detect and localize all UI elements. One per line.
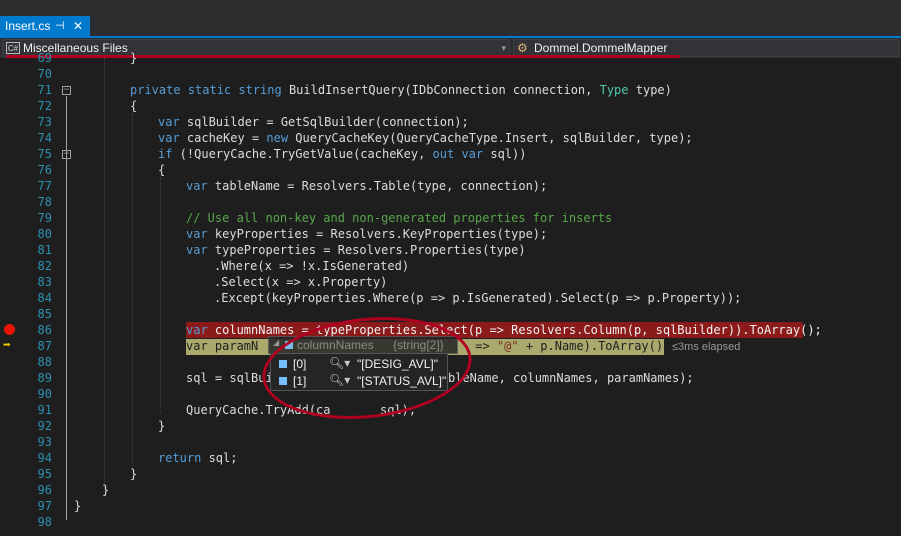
code-line: sql = sqlBui <box>186 371 273 385</box>
indent-guide <box>160 178 161 414</box>
line-number: 86 <box>37 323 52 337</box>
code-line: var typeProperties = Resolvers.Propertie… <box>186 243 526 257</box>
indent-guide <box>104 58 105 490</box>
code-editor[interactable]: 69 70 71 72 73 74 75 76 77 78 79 80 81 8… <box>0 51 901 536</box>
code-line: } <box>102 483 110 497</box>
line-number: 95 <box>37 467 52 481</box>
outline-line <box>66 96 67 520</box>
code-line: .Where(x => !x.IsGenerated) <box>214 259 410 273</box>
line-number: 88 <box>37 355 52 369</box>
code-line: } <box>130 51 138 65</box>
execution-pointer-icon[interactable]: ➡ <box>3 338 11 354</box>
line-number: 84 <box>37 291 52 305</box>
type-label: Dommel.DommelMapper <box>534 41 668 55</box>
line-number: 69 <box>37 51 52 65</box>
expand-icon[interactable]: ◢ <box>273 338 279 347</box>
line-number: 71 <box>37 83 52 97</box>
code-line: } <box>74 499 82 513</box>
chevron-down-icon: ▾ <box>501 43 506 53</box>
line-number: 87 <box>37 339 52 353</box>
collapse-icon[interactable]: − <box>62 86 71 95</box>
line-number: 82 <box>37 259 52 273</box>
line-number: 89 <box>37 371 52 385</box>
line-number: 72 <box>37 99 52 113</box>
line-number: 94 <box>37 451 52 465</box>
tab-insert-cs[interactable]: Insert.cs ⊣ ✕ <box>0 16 90 36</box>
pin-icon[interactable]: ⊣ <box>55 16 65 36</box>
line-number: 75 <box>37 147 52 161</box>
line-number: 83 <box>37 275 52 289</box>
csharp-file-icon: C# <box>6 42 20 54</box>
code-line: var sqlBuilder = GetSqlBuilder(connectio… <box>158 115 469 129</box>
code-line: => "@" + p.Name).ToArray(); <box>468 339 671 353</box>
code-line: } <box>130 467 138 481</box>
code-line: .Except(keyProperties.Where(p => p.IsGen… <box>214 291 742 305</box>
perf-tip: ≤3ms elapsed <box>672 341 741 353</box>
line-number: 73 <box>37 115 52 129</box>
code-comment: // Use all non-key and non-generated pro… <box>186 211 613 225</box>
code-line: private static string BuildInsertQuery(I… <box>130 83 672 97</box>
line-number: 76 <box>37 163 52 177</box>
line-number: 77 <box>37 179 52 193</box>
code-line: var keyProperties = Resolvers.KeyPropert… <box>186 227 548 241</box>
line-number: 98 <box>37 515 52 529</box>
code-line: var cacheKey = new QueryCacheKey(QueryCa… <box>158 131 693 145</box>
line-number: 78 <box>37 195 52 209</box>
line-number: 81 <box>37 243 52 257</box>
collapse-icon[interactable]: − <box>62 150 71 159</box>
close-icon[interactable]: ✕ <box>73 16 83 36</box>
code-line: var paramN <box>186 339 259 353</box>
breakpoint-icon[interactable] <box>4 324 15 335</box>
line-number: 79 <box>37 211 52 225</box>
code-line: var tableName = Resolvers.Table(type, co… <box>186 179 548 193</box>
code-line: { <box>130 99 138 113</box>
line-number: 92 <box>37 419 52 433</box>
code-line: return sql; <box>158 451 238 465</box>
code-line: if (!QueryCache.TryGetValue(cacheKey, ou… <box>158 147 527 161</box>
line-number: 90 <box>37 387 52 401</box>
line-number: 74 <box>37 131 52 145</box>
code-line: bleName, columnNames, paramNames); <box>448 371 694 385</box>
code-line: { <box>158 163 166 177</box>
class-icon: ⚙ <box>517 41 528 55</box>
line-number: 80 <box>37 227 52 241</box>
code-line: .Select(x => x.Property) <box>214 275 388 289</box>
line-number: 85 <box>37 307 52 321</box>
line-number: 96 <box>37 483 52 497</box>
code-line: } <box>158 419 166 433</box>
line-number: 93 <box>37 435 52 449</box>
tab-title: Insert.cs <box>5 19 51 33</box>
line-number: 70 <box>37 67 52 81</box>
line-number: 91 <box>37 403 52 417</box>
line-number: 97 <box>37 499 52 513</box>
tab-strip: Insert.cs ⊣ ✕ <box>0 0 901 36</box>
indent-guide <box>132 114 133 470</box>
